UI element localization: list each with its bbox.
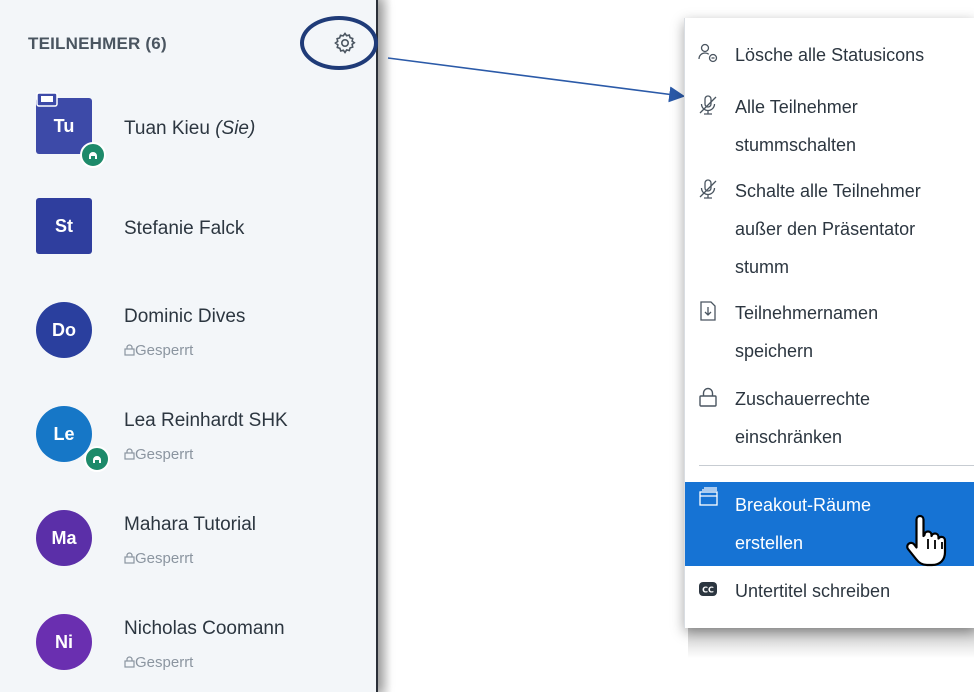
menu-item-label: Schalte alle Teilnehmer außer den Präsent… [735,181,921,277]
menu-divider [699,465,974,466]
svg-text:CC: CC [702,586,714,595]
hand-cursor-icon [906,514,947,567]
menu-item-mute-all-except-presenter[interactable]: Schalte alle Teilnehmer außer den Präsent… [685,172,974,290]
menu-item-save-names[interactable]: Teilnehmernamen speichern [685,294,974,374]
mic-muted-icon [699,95,717,115]
menu-item-label: Lösche alle Statusicons [735,45,925,65]
menu-shadow [688,628,974,658]
breakout-rooms-icon [699,487,718,506]
menu-item-restrict-viewers[interactable]: Zuschauerrechte einschränken [685,380,974,460]
user-clear-status-icon [698,43,718,63]
lock-icon [699,387,717,407]
menu-item-label: Teilnehmernamen speichern [735,303,879,361]
download-file-icon [700,301,716,321]
menu-item-label: Untertitel schreiben [735,581,891,601]
closed-captions-icon: CC [699,582,717,596]
menu-item-write-captions[interactable]: CC Untertitel schreiben [685,572,974,612]
menu-item-clear-status[interactable]: Lösche alle Statusicons [685,36,974,74]
mic-muted-icon [699,179,717,199]
menu-item-mute-all[interactable]: Alle Teilnehmer stummschalten [685,88,974,168]
menu-item-label: Alle Teilnehmer stummschalten [735,97,858,155]
menu-item-label: Zuschauerrechte einschränken [735,389,871,447]
